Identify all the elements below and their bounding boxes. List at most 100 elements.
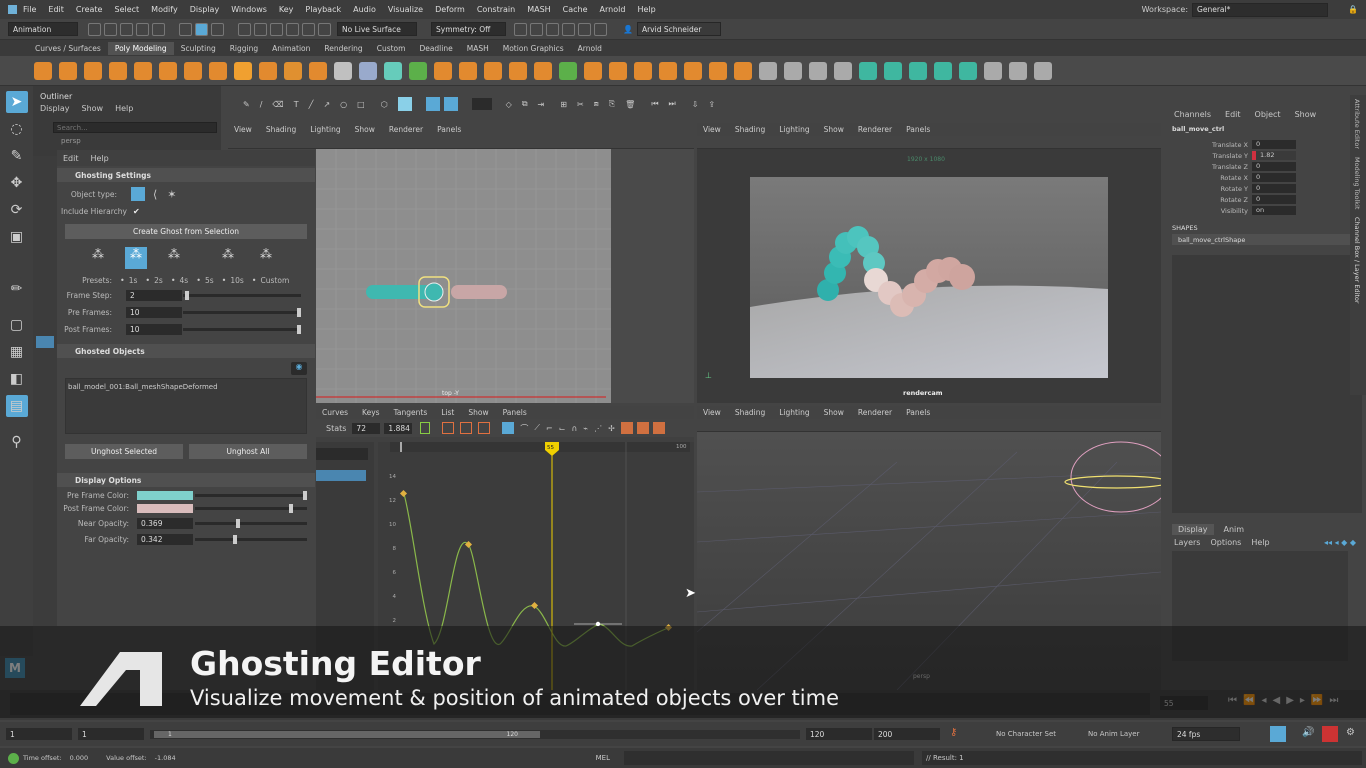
vp2-menu-show[interactable]: Show	[824, 125, 844, 134]
open-scene-icon[interactable]	[104, 22, 117, 36]
ge-filter-field[interactable]	[316, 448, 368, 460]
loop-icon[interactable]	[1270, 726, 1286, 742]
onion-skin-icon[interactable]	[425, 97, 440, 111]
preset-10s-radio[interactable]: •	[222, 276, 227, 285]
far-opacity-thumb[interactable]	[233, 535, 237, 544]
vp1-menu-shading[interactable]: Shading	[266, 125, 296, 134]
channel-attr-value[interactable]: on	[1252, 206, 1296, 215]
channel-tab-channels[interactable]: Channels	[1174, 110, 1211, 119]
pre-frames-slider[interactable]	[183, 308, 301, 317]
combine-icon[interactable]	[334, 61, 352, 80]
menu-help[interactable]: Help	[637, 5, 655, 14]
render-view-icon[interactable]	[594, 22, 607, 36]
render-frame-icon[interactable]	[530, 22, 543, 36]
ghost-menu-edit[interactable]: Edit	[63, 154, 79, 163]
ge-key-icon[interactable]	[442, 422, 455, 434]
select-tool-icon[interactable]: ➤	[5, 91, 28, 113]
vp2-menu-lighting[interactable]: Lighting	[779, 125, 809, 134]
channel-row[interactable]: Rotate Y 0	[1164, 183, 1296, 194]
wedge-icon[interactable]	[659, 61, 677, 80]
menu-key[interactable]: Key	[279, 5, 294, 14]
preset-5s-radio[interactable]: •	[196, 276, 201, 285]
two-view-icon[interactable]: ◧	[6, 368, 28, 390]
ghosting-settings-header[interactable]: Ghosting Settings	[57, 168, 315, 182]
post-frames-thumb[interactable]	[297, 325, 301, 334]
rect-icon[interactable]: □	[357, 100, 365, 109]
channel-row[interactable]: Translate X 0	[1164, 139, 1296, 150]
menu-create[interactable]: Create	[76, 5, 103, 14]
vp3-menu-show[interactable]: Show	[824, 408, 844, 417]
vp2-menu-panels[interactable]: Panels	[906, 125, 930, 134]
far-opacity-field[interactable]: 0.342	[137, 533, 193, 545]
auto-key-icon[interactable]: ⚷	[950, 727, 957, 738]
poly-sphere-icon[interactable]	[34, 61, 52, 80]
sound-icon[interactable]: 🔊	[1302, 727, 1314, 738]
character-set-dropdown[interactable]: No Character Set	[996, 730, 1056, 738]
menu-file[interactable]: File	[23, 5, 36, 14]
cut-uv-icon[interactable]	[934, 61, 952, 80]
auto-uv-icon[interactable]	[909, 61, 927, 80]
shelf-tab-deadline[interactable]: Deadline	[412, 42, 459, 55]
workspace-dropdown[interactable]: General*	[1192, 2, 1329, 17]
ghost-toggle-icon[interactable]	[443, 97, 458, 111]
super-shape-icon[interactable]	[234, 61, 252, 80]
boolean-icon[interactable]	[409, 61, 427, 80]
save-scene-icon[interactable]	[120, 22, 133, 36]
channel-row[interactable]: Rotate X 0	[1164, 172, 1296, 183]
pre-color-thumb[interactable]	[303, 491, 307, 500]
pre-frame-color-swatch[interactable]	[137, 491, 193, 500]
vp3-menu-renderer[interactable]: Renderer	[858, 408, 892, 417]
command-input[interactable]	[624, 751, 915, 765]
ge-menu-keys[interactable]: Keys	[362, 408, 380, 417]
shelf-tab-custom[interactable]: Custom	[370, 42, 413, 55]
vp1-menu-renderer[interactable]: Renderer	[389, 125, 423, 134]
arrow-icon[interactable]: ↗	[323, 100, 330, 109]
vp1-menu-lighting[interactable]: Lighting	[310, 125, 340, 134]
poly-cylinder-icon[interactable]	[84, 61, 102, 80]
near-opacity-thumb[interactable]	[236, 519, 240, 528]
ge-plateau-icon[interactable]: ∩	[571, 424, 577, 433]
anim-layer-dropdown[interactable]: No Anim Layer	[1088, 730, 1139, 738]
ghosted-objects-header[interactable]: Ghosted Objects	[57, 344, 315, 358]
ge-flat-icon[interactable]: ⌐	[546, 424, 553, 433]
extrude-icon[interactable]	[459, 61, 477, 80]
poly-disc-icon[interactable]	[184, 61, 202, 80]
frame-step-slider[interactable]	[183, 291, 301, 300]
undo-icon[interactable]	[136, 22, 149, 36]
insert-icon[interactable]: ⊞	[560, 100, 567, 109]
line-tool-icon[interactable]: ╱	[309, 100, 314, 109]
side-tab-attribute-editor[interactable]: Attribute Editor	[1353, 99, 1361, 149]
layer-menu-options[interactable]: Options	[1210, 538, 1241, 547]
snap-grid-icon[interactable]	[238, 22, 251, 36]
vp1-menu-panels[interactable]: Panels	[437, 125, 461, 134]
shelf-tab-mash[interactable]: MASH	[460, 42, 496, 55]
preset-custom-radio[interactable]: •	[252, 276, 257, 285]
snap-surface-icon[interactable]	[302, 22, 315, 36]
shelf-tab-curves[interactable]: Curves / Surfaces	[28, 42, 108, 55]
channel-attr-value[interactable]: 0	[1252, 162, 1296, 171]
ge-step-icon[interactable]: ⌙	[559, 424, 566, 433]
preset-style-2-icon[interactable]: ⁂	[125, 247, 147, 269]
vp3-menu-view[interactable]: View	[703, 408, 721, 417]
ge-auto-tangent-icon[interactable]	[502, 422, 515, 434]
side-tab-modeling-toolkit[interactable]: Modeling Toolkit	[1353, 157, 1361, 209]
pre-frames-field[interactable]: 10	[126, 307, 182, 318]
stats-frame-field[interactable]: 72	[352, 422, 381, 434]
delete-icon[interactable]: 🗑	[625, 100, 635, 109]
vp3-menu-shading[interactable]: Shading	[735, 408, 765, 417]
range-max-field[interactable]: 200	[874, 728, 940, 740]
sweep-icon[interactable]	[259, 61, 277, 80]
vp1-menu-show[interactable]: Show	[355, 125, 375, 134]
post-frames-field[interactable]: 10	[126, 324, 182, 335]
redo-icon[interactable]	[152, 22, 165, 36]
post-color-thumb[interactable]	[289, 504, 293, 513]
mirror-icon[interactable]	[434, 61, 452, 80]
poly-plane-icon[interactable]	[159, 61, 177, 80]
brush-icon[interactable]: ✎	[243, 100, 250, 109]
checker-icon[interactable]	[984, 61, 1002, 80]
shelf-tab-rendering[interactable]: Rendering	[317, 42, 369, 55]
side-tab-channel-box[interactable]: Channel Box / Layer Editor	[1353, 217, 1361, 304]
symmetry-dropdown[interactable]: Symmetry: Off	[431, 22, 506, 36]
channel-row[interactable]: Visibility on	[1164, 205, 1296, 216]
prev-frame-icon[interactable]: ⏮	[651, 99, 658, 109]
